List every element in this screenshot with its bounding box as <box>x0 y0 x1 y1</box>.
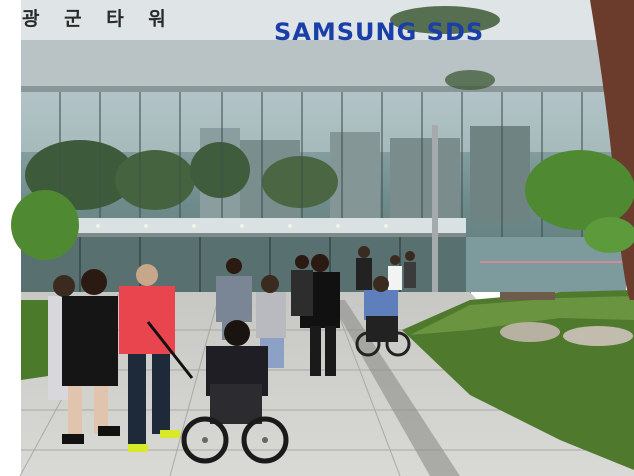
photo: 광 군 타 워 SAMSUNG SDS <box>0 0 634 476</box>
lamp-pole <box>432 125 438 317</box>
building-sign-brand: SAMSUNG SDS <box>274 18 485 46</box>
canopy <box>21 40 633 92</box>
scene-illustration <box>0 0 634 476</box>
building-sign-korean: 광 군 타 워 <box>22 8 175 30</box>
tree-left <box>11 190 79 260</box>
